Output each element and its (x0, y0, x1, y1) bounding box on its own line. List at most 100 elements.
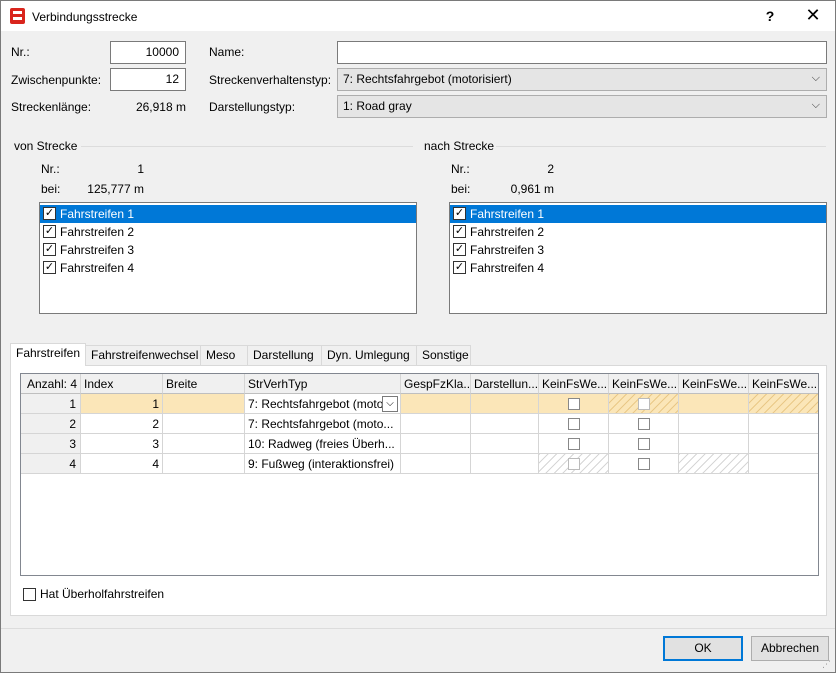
table-cell-keinfswe-4[interactable] (749, 434, 818, 454)
tab-fahrstreifen[interactable]: Fahrstreifen (10, 343, 86, 366)
table-cell-strverhtyp[interactable]: 10: Radweg (freies Überh... (245, 434, 401, 454)
nr-field[interactable]: 10000 (110, 41, 186, 64)
von-bei-value: 125,777 m (87, 182, 144, 196)
table-cell-breite[interactable] (163, 454, 245, 474)
checkbox[interactable]: ✓ (43, 261, 56, 274)
grid-header-keinfswe-2[interactable]: KeinFsWe... (609, 374, 679, 394)
checkbox[interactable] (637, 418, 650, 430)
dialog-window: Verbindungsstrecke ? ✕ Nr.: 10000 Zwisch… (0, 0, 836, 673)
list-item[interactable]: ✓ Fahrstreifen 3 (40, 241, 416, 259)
grid-header-gespfzkla[interactable]: GespFzKla... (401, 374, 471, 394)
checkbox[interactable] (567, 418, 580, 430)
tab-darstellung[interactable]: Darstellung (247, 345, 322, 365)
nach-lanes-list[interactable]: ✓ Fahrstreifen 1 ✓ Fahrstreifen 2 ✓ Fahrstr… (449, 202, 827, 314)
checkbox[interactable] (567, 438, 580, 450)
window-title: Verbindungsstrecke (32, 10, 138, 24)
name-field[interactable] (337, 41, 827, 64)
table-cell-gespfzkla[interactable] (401, 454, 471, 474)
darstellungstyp-value: 1: Road gray (343, 99, 412, 113)
grid-header-index[interactable]: Index (81, 374, 163, 394)
grid-header-keinfswe-3[interactable]: KeinFsWe... (679, 374, 749, 394)
zwischenpunkte-field[interactable]: 12 (110, 68, 186, 91)
grid-header-keinfswe-4[interactable]: KeinFsWe... (749, 374, 818, 394)
table-cell-strverhtyp[interactable]: 9: Fußweg (interaktionsfrei) (245, 454, 401, 474)
list-item[interactable]: ✓ Fahrstreifen 4 (450, 259, 826, 277)
von-nr-label: Nr.: (41, 162, 60, 176)
table-cell-strverhtyp[interactable]: 7: Rechtsfahrgebot (moto... (245, 414, 401, 434)
table-cell-keinfswe-1[interactable] (539, 414, 609, 434)
row-number[interactable]: 2 (21, 414, 81, 434)
checkbox[interactable] (637, 438, 650, 450)
grid-header-keinfswe-1[interactable]: KeinFsWe... (539, 374, 609, 394)
checkbox[interactable] (637, 458, 650, 470)
table-cell-keinfswe-3[interactable] (679, 394, 749, 414)
lanes-grid[interactable]: Anzahl: 4 Index Breite StrVerhTyp GespFz… (20, 373, 819, 576)
ok-button[interactable]: OK (663, 636, 743, 661)
checkbox[interactable] (567, 398, 580, 410)
table-cell-keinfswe-4[interactable] (749, 454, 818, 474)
table-cell-keinfswe-1[interactable] (539, 434, 609, 454)
checkbox[interactable]: ✓ (43, 207, 56, 220)
grid-header-darstellung[interactable]: Darstellun... (471, 374, 539, 394)
list-item[interactable]: ✓ Fahrstreifen 4 (40, 259, 416, 277)
list-item[interactable]: ✓ Fahrstreifen 1 (40, 205, 416, 223)
lane-label: Fahrstreifen 3 (470, 243, 545, 257)
help-button[interactable]: ? (763, 8, 777, 24)
list-item[interactable]: ✓ Fahrstreifen 3 (450, 241, 826, 259)
table-cell-index[interactable]: 2 (81, 414, 163, 434)
table-cell-index[interactable]: 3 (81, 434, 163, 454)
ueberhol-checkbox[interactable] (23, 588, 36, 601)
tab-meso[interactable]: Meso (200, 345, 248, 365)
table-cell-darstellung[interactable] (471, 434, 539, 454)
darstellungstyp-select[interactable]: 1: Road gray ⌵ (337, 95, 827, 118)
strverhtyp-select[interactable]: 7: Rechtsfahrgebot (moto ⌵ (245, 394, 401, 414)
checkbox[interactable]: ✓ (453, 261, 466, 274)
table-cell-darstellung[interactable] (471, 454, 539, 474)
von-bei-label: bei: (41, 182, 61, 196)
row-number[interactable]: 4 (21, 454, 81, 474)
list-item[interactable]: ✓ Fahrstreifen 1 (450, 205, 826, 223)
table-cell-gespfzkla[interactable] (401, 434, 471, 454)
checkbox[interactable]: ✓ (453, 243, 466, 256)
checkbox[interactable]: ✓ (43, 225, 56, 238)
row-number[interactable]: 3 (21, 434, 81, 454)
streckenverhaltenstyp-select[interactable]: 7: Rechtsfahrgebot (motorisiert) ⌵ (337, 68, 827, 91)
checkbox[interactable]: ✓ (43, 243, 56, 256)
list-item[interactable]: ✓ Fahrstreifen 2 (450, 223, 826, 241)
table-cell-index[interactable]: 1 (81, 394, 163, 414)
table-cell-gespfzkla[interactable] (401, 394, 471, 414)
table-cell-darstellung[interactable] (471, 414, 539, 434)
tab-dyn-umlegung[interactable]: Dyn. Umlegung (321, 345, 417, 365)
table-cell-keinfswe-2[interactable] (609, 434, 679, 454)
table-cell-gespfzkla[interactable] (401, 414, 471, 434)
grid-header-strverhtyp[interactable]: StrVerhTyp (245, 374, 401, 394)
table-cell-breite[interactable] (163, 394, 245, 414)
von-lanes-list[interactable]: ✓ Fahrstreifen 1 ✓ Fahrstreifen 2 ✓ Fahrstr… (39, 202, 417, 314)
tab-fahrstreifenwechsel[interactable]: Fahrstreifenwechsel (85, 345, 201, 365)
resize-grip-icon[interactable]: ⋰ (822, 659, 832, 669)
chevron-down-icon[interactable]: ⌵ (382, 396, 398, 412)
table-cell-keinfswe-1[interactable] (539, 394, 609, 414)
table-cell-keinfswe-2[interactable] (609, 414, 679, 434)
table-cell-keinfswe-3[interactable] (679, 414, 749, 434)
grid-header-count: Anzahl: 4 (21, 374, 81, 394)
table-cell-keinfswe-4[interactable] (749, 414, 818, 434)
table-cell-keinfswe-2[interactable] (609, 454, 679, 474)
table-cell-keinfswe-2 (609, 394, 679, 414)
row-number[interactable]: 1 (21, 394, 81, 414)
grid-header-breite[interactable]: Breite (163, 374, 245, 394)
tab-sonstige[interactable]: Sonstige (416, 345, 471, 365)
nach-strecke-group-label: nach Strecke (424, 139, 495, 153)
table-cell-breite[interactable] (163, 414, 245, 434)
checkbox[interactable]: ✓ (453, 207, 466, 220)
von-nr-value: 1 (137, 162, 144, 176)
table-cell-index[interactable]: 4 (81, 454, 163, 474)
list-item[interactable]: ✓ Fahrstreifen 2 (40, 223, 416, 241)
close-button[interactable]: ✕ (803, 5, 823, 26)
abbrechen-button[interactable]: Abbrechen (751, 636, 829, 661)
von-strecke-group-label: von Strecke (14, 139, 78, 153)
table-cell-keinfswe-3[interactable] (679, 434, 749, 454)
table-cell-darstellung[interactable] (471, 394, 539, 414)
checkbox[interactable]: ✓ (453, 225, 466, 238)
table-cell-breite[interactable] (163, 434, 245, 454)
